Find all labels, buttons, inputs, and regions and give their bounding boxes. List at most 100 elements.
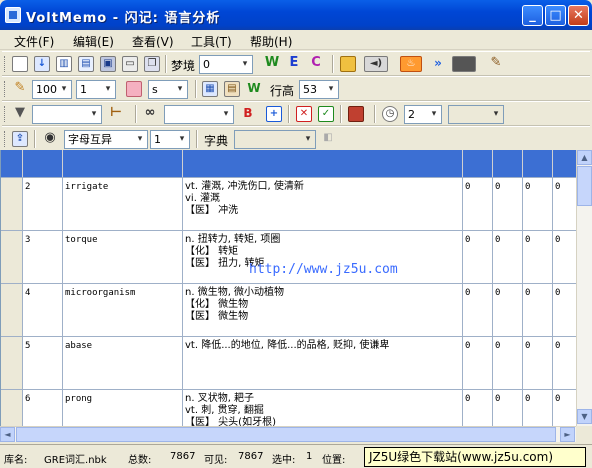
app-icon[interactable]: [5, 7, 21, 23]
new-icon[interactable]: [12, 56, 28, 72]
open-book-icon[interactable]: ▥: [56, 56, 72, 72]
toolbar-grip[interactable]: [4, 81, 7, 97]
check-icon[interactable]: ✓: [318, 106, 334, 122]
count-cell[interactable]: 0: [553, 390, 576, 426]
export-icon[interactable]: ⇪: [12, 131, 28, 147]
film-icon[interactable]: [452, 56, 476, 72]
size-select[interactable]: 100: [32, 80, 72, 99]
book-icon[interactable]: ▤: [78, 56, 94, 72]
scroll-right-icon[interactable]: ►: [560, 427, 575, 442]
menu-view[interactable]: 查看(V): [132, 33, 174, 50]
count-cell[interactable]: 0: [523, 390, 553, 426]
minimize-button[interactable]: _: [522, 5, 543, 26]
save-icon[interactable]: ▣: [100, 56, 116, 72]
menu-help[interactable]: 帮助(H): [250, 33, 292, 50]
word-cell[interactable]: prong: [63, 390, 183, 426]
eye-icon[interactable]: ◉: [42, 131, 58, 147]
stamp-icon[interactable]: [348, 106, 364, 122]
count-cell[interactable]: 0: [463, 231, 493, 283]
mode-select[interactable]: 0: [199, 55, 253, 74]
scroll-up-icon[interactable]: ▲: [577, 150, 592, 165]
c-button-icon[interactable]: C: [308, 56, 324, 72]
download-icon[interactable]: ↓: [34, 56, 50, 72]
table-row[interactable]: 6 prong n. 叉状物, 耙子 vt. 刺, 贯穿, 翻掘 【医】 尖头(…: [1, 390, 576, 426]
menu-file[interactable]: 文件(F): [14, 33, 54, 50]
table-row[interactable]: 5 abase vt. 降低...的地位, 降低...的品格, 贬抑, 使谦卑 …: [1, 337, 576, 390]
count-cell[interactable]: 0: [523, 178, 553, 230]
branch-icon[interactable]: ⊢: [108, 106, 124, 122]
speaker-icon[interactable]: ◄): [364, 56, 388, 72]
vertical-scrollbar[interactable]: ▲ ▼: [576, 150, 592, 426]
scroll-down-icon[interactable]: ▼: [577, 409, 592, 424]
word-grid[interactable]: 2 irrigate vt. 灌溉, 冲洗伤口, 使清新 vi. 灌溉 【医】 …: [0, 150, 576, 426]
broom-icon[interactable]: ✎: [488, 56, 504, 72]
word-cell[interactable]: irrigate: [63, 178, 183, 230]
definition-cell[interactable]: vt. 降低...的地位, 降低...的品格, 贬抑, 使谦卑: [183, 337, 463, 389]
style-select[interactable]: s: [148, 80, 188, 99]
count-cell[interactable]: 0: [523, 284, 553, 336]
add-icon[interactable]: +: [266, 106, 282, 122]
count-cell[interactable]: 0: [463, 178, 493, 230]
menu-edit[interactable]: 编辑(E): [73, 33, 114, 50]
grid-header-cell[interactable]: [1, 150, 23, 177]
table-row[interactable]: 4 microorganism n. 微生物, 微小动植物 【化】 微生物 【医…: [1, 284, 576, 337]
view-icon[interactable]: ▦: [202, 81, 218, 97]
delete-icon[interactable]: ✕: [296, 106, 312, 122]
print-icon[interactable]: ▭: [122, 56, 138, 72]
group-select[interactable]: [164, 105, 234, 124]
grid-header-cell[interactable]: [523, 150, 553, 177]
grid-header-cell[interactable]: [63, 150, 183, 177]
toolbar-grip[interactable]: [4, 131, 7, 147]
row-height-input[interactable]: 53: [299, 80, 339, 99]
row-selector[interactable]: [1, 390, 23, 426]
definition-cell[interactable]: n. 叉状物, 耙子 vt. 刺, 贯穿, 翻掘 【医】 尖头(如牙根): [183, 390, 463, 426]
count-cell[interactable]: 0: [553, 337, 576, 389]
close-button[interactable]: ✕: [568, 5, 589, 26]
grid-header-cell[interactable]: [493, 150, 523, 177]
scroll-left-icon[interactable]: ◄: [0, 427, 15, 442]
toolbar-grip[interactable]: [4, 56, 7, 72]
sort-select[interactable]: 字母互异: [64, 130, 148, 149]
toolbar-grip[interactable]: [4, 106, 7, 122]
weight-select[interactable]: 1: [76, 80, 116, 99]
count-cell[interactable]: 0: [493, 337, 523, 389]
word-cell[interactable]: torque: [63, 231, 183, 283]
row-selector[interactable]: [1, 231, 23, 283]
scroll-thumb[interactable]: [577, 166, 592, 206]
timer-select[interactable]: 2: [404, 105, 442, 124]
count-cell[interactable]: 0: [553, 178, 576, 230]
binoculars-icon[interactable]: ∞: [142, 106, 158, 122]
grid-header-cell[interactable]: [553, 150, 576, 177]
document-icon[interactable]: ▤: [224, 81, 240, 97]
row-selector[interactable]: [1, 284, 23, 336]
table-row[interactable]: 2 irrigate vt. 灌溉, 冲洗伤口, 使清新 vi. 灌溉 【医】 …: [1, 178, 576, 231]
grid-header-cell[interactable]: [23, 150, 63, 177]
e-button-icon[interactable]: E: [286, 56, 302, 72]
word-cell[interactable]: microorganism: [63, 284, 183, 336]
word-cell[interactable]: abase: [63, 337, 183, 389]
menu-tools[interactable]: 工具(T): [191, 33, 232, 50]
count-cell[interactable]: 0: [463, 284, 493, 336]
extra-select[interactable]: [448, 105, 504, 124]
filter-select[interactable]: [32, 105, 102, 124]
fast-forward-icon[interactable]: »: [430, 56, 446, 72]
w-button-icon[interactable]: W: [264, 56, 280, 72]
dict-select[interactable]: [234, 130, 316, 149]
w-format-icon[interactable]: W: [246, 81, 262, 97]
count-cell[interactable]: 0: [553, 284, 576, 336]
count-cell[interactable]: 0: [493, 178, 523, 230]
count-cell[interactable]: 0: [493, 284, 523, 336]
color-b-icon[interactable]: B: [240, 106, 256, 122]
count-cell[interactable]: 0: [493, 390, 523, 426]
horizontal-scrollbar[interactable]: ◄ ►: [0, 426, 576, 442]
sort-count-select[interactable]: 1: [150, 130, 190, 149]
dict-go-icon[interactable]: ◧: [320, 131, 336, 147]
grid-header-cell[interactable]: [183, 150, 463, 177]
grid-header-cell[interactable]: [463, 150, 493, 177]
count-cell[interactable]: 0: [523, 337, 553, 389]
maximize-button[interactable]: □: [545, 5, 566, 26]
count-cell[interactable]: 0: [523, 231, 553, 283]
definition-cell[interactable]: n. 微生物, 微小动植物 【化】 微生物 【医】 微生物: [183, 284, 463, 336]
scroll-thumb[interactable]: [16, 427, 556, 442]
count-cell[interactable]: 0: [493, 231, 523, 283]
